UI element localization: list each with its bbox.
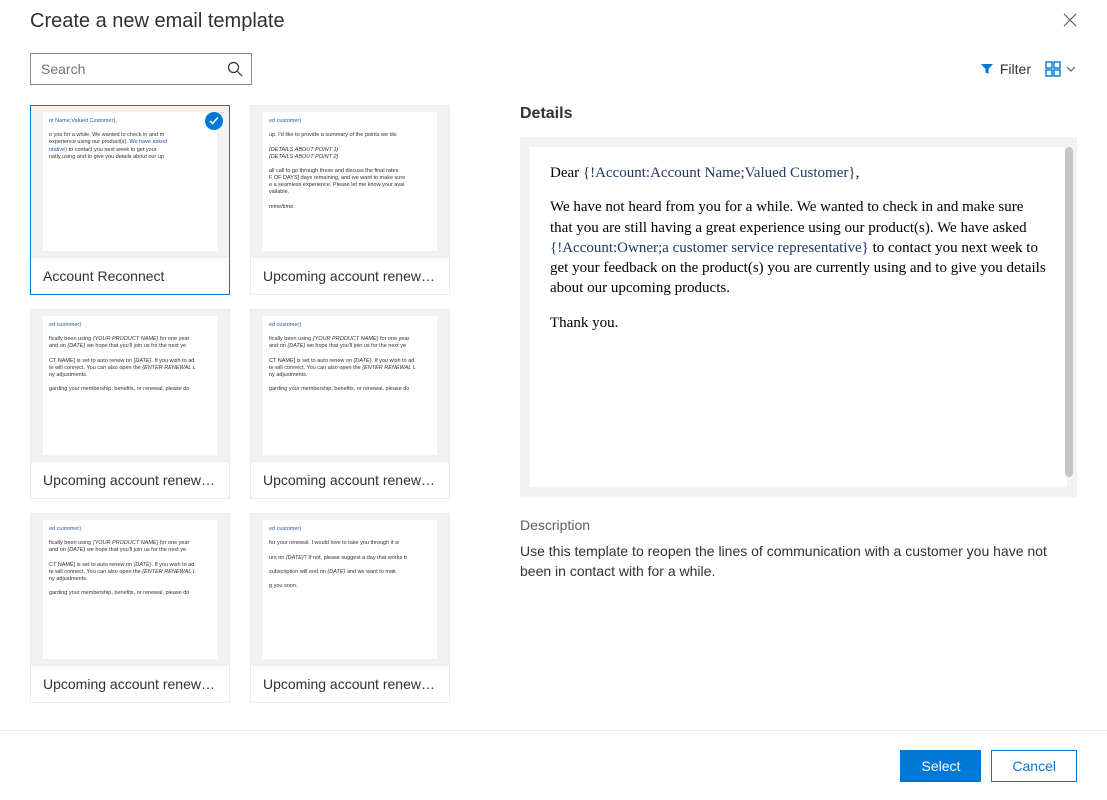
- merge-token-owner: {!Account:Owner;a customer service repre…: [550, 240, 869, 256]
- grid-icon: [1045, 61, 1061, 77]
- search-box[interactable]: [30, 53, 252, 85]
- greeting-suffix: ,: [856, 165, 860, 181]
- filter-button[interactable]: Filter: [980, 61, 1031, 77]
- template-label: Upcoming account renewa...: [251, 257, 449, 294]
- template-label: Upcoming account renewa...: [251, 461, 449, 498]
- greeting-prefix: Dear: [550, 165, 583, 181]
- select-button[interactable]: Select: [900, 750, 981, 782]
- template-card[interactable]: nt Name;Valued Customer},o you for a whi…: [30, 105, 230, 295]
- template-label: Upcoming account renewa...: [31, 461, 229, 498]
- search-icon: [227, 61, 243, 77]
- cancel-button[interactable]: Cancel: [991, 750, 1077, 782]
- search-input[interactable]: [39, 60, 227, 78]
- view-toggle[interactable]: [1045, 61, 1077, 77]
- body-before: We have not heard from you for a while. …: [550, 199, 1027, 235]
- dialog-footer: Select Cancel: [0, 730, 1107, 800]
- template-thumbnail: ed customer}up. I'd like to provide a su…: [251, 106, 449, 257]
- template-gallery[interactable]: nt Name;Valued Customer},o you for a whi…: [30, 105, 480, 745]
- details-panel: Details Dear {!Account:Account Name;Valu…: [480, 105, 1077, 745]
- template-label: Account Reconnect: [31, 257, 229, 294]
- description-text: Use this template to reopen the lines of…: [520, 541, 1077, 582]
- filter-icon: [980, 62, 994, 76]
- dialog-title: Create a new email template: [30, 10, 285, 33]
- template-card[interactable]: ed customer}fically been using {YOUR PRO…: [250, 309, 450, 499]
- template-card[interactable]: ed customer}fically been using {YOUR PRO…: [30, 309, 230, 499]
- thanks-line: Thank you.: [550, 313, 1047, 333]
- details-heading: Details: [520, 105, 1077, 123]
- filter-label: Filter: [1000, 61, 1031, 77]
- close-button[interactable]: [1063, 13, 1077, 30]
- email-preview: Dear {!Account:Account Name;Valued Custo…: [530, 147, 1067, 487]
- template-card[interactable]: ed customer}for your renewal. I would lo…: [250, 513, 450, 703]
- template-thumbnail: ed customer}fically been using {YOUR PRO…: [251, 310, 449, 461]
- preview-container: Dear {!Account:Account Name;Valued Custo…: [520, 137, 1077, 497]
- template-label: Upcoming account renewa...: [251, 665, 449, 702]
- template-card[interactable]: ed customer}up. I'd like to provide a su…: [250, 105, 450, 295]
- merge-token-account-name: {!Account:Account Name;Valued Customer}: [583, 165, 856, 181]
- close-icon: [1063, 13, 1077, 27]
- template-thumbnail: ed customer}fically been using {YOUR PRO…: [31, 310, 229, 461]
- template-card[interactable]: ed customer}fically been using {YOUR PRO…: [30, 513, 230, 703]
- chevron-down-icon: [1065, 63, 1077, 75]
- description-label: Description: [520, 517, 1077, 533]
- template-thumbnail: ed customer}for your renewal. I would lo…: [251, 514, 449, 665]
- template-thumbnail: nt Name;Valued Customer},o you for a whi…: [31, 106, 229, 257]
- selected-check-icon: [205, 112, 223, 130]
- preview-scrollbar[interactable]: [1065, 147, 1073, 477]
- template-thumbnail: ed customer}fically been using {YOUR PRO…: [31, 514, 229, 665]
- template-label: Upcoming account renewa...: [31, 665, 229, 702]
